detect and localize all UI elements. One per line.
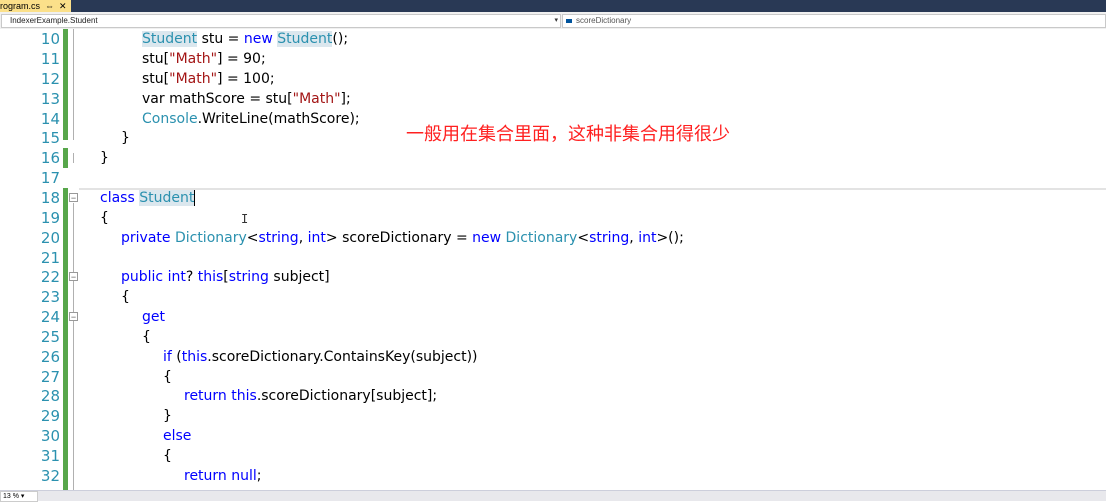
line-number: 13 — [40, 90, 60, 108]
code-line: } — [121, 130, 130, 146]
line-number: 26 — [40, 348, 60, 366]
close-icon[interactable]: ✕ — [59, 0, 67, 12]
type-dropdown[interactable]: IndexerExample.Student ▾ — [1, 14, 561, 28]
navigation-bar: IndexerExample.Student ▾ scoreDictionary — [0, 12, 1106, 30]
line-number: 24 — [40, 308, 60, 326]
line-number: 11 — [40, 50, 60, 68]
code-line: else — [163, 428, 192, 444]
text-caret — [194, 190, 196, 206]
line-number: 20 — [40, 229, 60, 247]
code-line: { — [121, 289, 130, 305]
code-line: stu["Math"] = 90; — [142, 51, 266, 67]
code-line: var mathScore = stu["Math"]; — [142, 91, 351, 107]
annotation-text: 一般用在集合里面，这种非集合用得很少 — [406, 124, 730, 144]
line-number: 16 — [40, 149, 60, 167]
code-line: Console.WriteLine(mathScore); — [142, 111, 360, 127]
code-line: { — [163, 448, 172, 464]
line-number: 17 — [40, 169, 60, 187]
line-number: 30 — [40, 427, 60, 445]
field-icon — [566, 19, 572, 23]
code-line: { — [142, 329, 151, 345]
line-number: 19 — [40, 209, 60, 227]
document-tab-bar: rogram.cs ⇔ ✕ — [0, 0, 1106, 12]
code-line: Student stu = new Student(); — [142, 31, 349, 47]
line-number: 18 — [40, 189, 60, 207]
code-line: public int? this[string subject] — [121, 269, 330, 285]
code-line: { — [163, 369, 172, 385]
pin-icon[interactable]: ⇔ — [45, 0, 54, 12]
line-number: 32 — [40, 467, 60, 485]
line-number: 31 — [40, 447, 60, 465]
line-number: 15 — [40, 129, 60, 147]
code-line: if (this.scoreDictionary.ContainsKey(sub… — [163, 349, 478, 365]
line-number: 25 — [40, 328, 60, 346]
zoom-value: 13 % — [3, 493, 19, 500]
line-number: 28 — [40, 387, 60, 405]
code-editor[interactable]: − − − 10 Student stu = new Student(); 11… — [0, 29, 1106, 490]
ibeam-cursor-icon: I — [241, 212, 249, 226]
code-line: } — [100, 150, 109, 166]
code-line: stu["Math"] = 100; — [142, 71, 275, 87]
type-dropdown-value: IndexerExample.Student — [10, 16, 98, 25]
code-line: class Student — [100, 190, 196, 206]
zoom-dropdown[interactable]: 13 % ▾ — [0, 491, 38, 502]
code-line: } — [163, 408, 172, 424]
line-number: 10 — [40, 30, 60, 48]
tab-title: rogram.cs — [0, 1, 41, 11]
code-line: return this.scoreDictionary[subject]; — [184, 388, 438, 404]
line-number: 14 — [40, 110, 60, 128]
line-number: 12 — [40, 70, 60, 88]
member-dropdown[interactable]: scoreDictionary — [562, 14, 1106, 28]
member-dropdown-value: scoreDictionary — [576, 16, 632, 25]
code-line: get — [142, 309, 165, 325]
code-line: { — [100, 210, 109, 226]
code-line: private Dictionary<string, int> scoreDic… — [121, 230, 684, 246]
code-line: return null; — [184, 468, 262, 484]
line-number: 22 — [40, 268, 60, 286]
chevron-down-icon[interactable]: ▾ — [554, 15, 558, 27]
line-number: 21 — [40, 249, 60, 267]
editor-status-bar: 13 % ▾ — [0, 490, 1106, 502]
line-number: 29 — [40, 407, 60, 425]
document-tab-program-cs[interactable]: rogram.cs ⇔ ✕ — [0, 0, 71, 12]
line-number: 23 — [40, 288, 60, 306]
line-number: 27 — [40, 368, 60, 386]
